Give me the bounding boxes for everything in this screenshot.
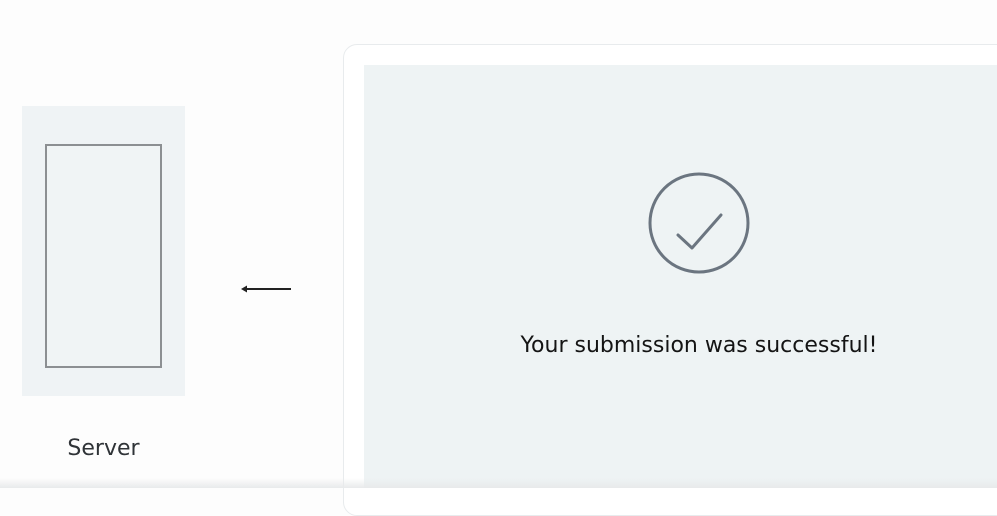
check-circle-icon <box>648 172 750 274</box>
server-illustration <box>22 106 185 396</box>
arrow-left-icon <box>241 285 291 293</box>
success-message: Your submission was successful! <box>520 333 878 358</box>
bottom-shadow <box>0 478 997 488</box>
server-label: Server <box>67 436 140 461</box>
server-rack-outline <box>45 144 162 368</box>
